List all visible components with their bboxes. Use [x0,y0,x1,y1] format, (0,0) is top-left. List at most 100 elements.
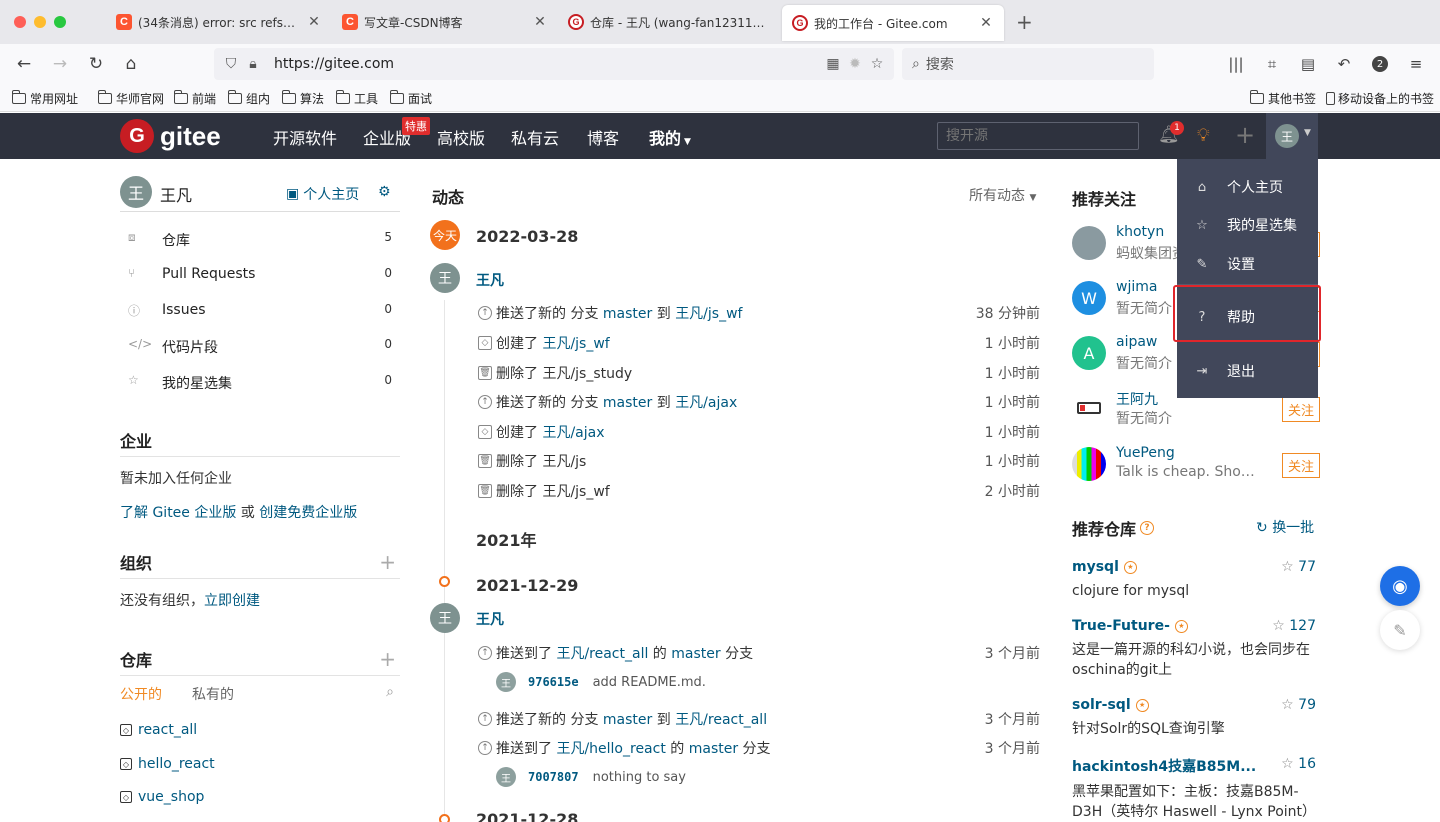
avatar[interactable]: 王 [430,263,460,293]
reader-view-icon[interactable]: ▤ [1296,52,1320,76]
close-icon[interactable]: ✕ [978,15,994,31]
lock-icon[interactable]: 🔒︎ [242,56,264,72]
sidebar-item-issues[interactable]: ⓘ Issues 0 [120,300,400,324]
gear-icon[interactable]: ⚙ [378,184,391,200]
test-pattern-avatar-icon[interactable] [1072,447,1106,481]
library-icon[interactable]: ||| [1224,52,1248,76]
new-tab-button[interactable]: + [1016,10,1033,34]
window-minimize-button[interactable] [34,16,46,28]
bookmark-folder[interactable]: 面试 [389,90,432,107]
reload-icon[interactable]: ↻ [83,51,109,77]
window-close-button[interactable] [14,16,26,28]
battery-avatar-icon[interactable] [1072,391,1106,425]
avatar[interactable]: W [1072,281,1106,315]
sidebar-item-snippets[interactable]: </> 代码片段 0 [120,335,400,359]
nav-education[interactable]: 高校版 [437,125,485,149]
repo-link[interactable]: ◇ hello_react [120,756,215,772]
nav-blog[interactable]: 博客 [587,125,619,149]
commit-sha[interactable]: 976615e [528,675,579,689]
notification-badge: 1 [1170,121,1184,135]
star-count[interactable]: ☆ 127 [1272,618,1316,634]
qr-code-icon[interactable]: ▦ [822,56,844,72]
browser-search-bar[interactable]: ⌕ 搜索 [902,48,1154,80]
gitee-search-input[interactable] [937,122,1139,150]
close-icon[interactable]: ✕ [532,14,548,30]
feed-user-name[interactable]: 王凡 [476,270,504,290]
bookmark-folder[interactable]: 工具 [335,90,378,107]
browser-tab-4[interactable]: G 我的工作台 - Gitee.com ✕ [782,5,1004,41]
home-icon[interactable]: ⌂ [118,51,144,77]
bookmarks-bar: 常用网址 华师官网 前端 组内 算法 工具 面试 其他书签 移动设备上的书签 [0,86,1440,112]
homepage-link[interactable]: ▣ 个人主页 [286,184,359,204]
nav-private-cloud[interactable]: 私有云 [511,125,559,149]
sidebar-item-pull-requests[interactable]: ⑂ Pull Requests 0 [120,264,400,288]
nav-open-source[interactable]: 开源软件 [273,125,337,149]
avatar[interactable]: A [1072,336,1106,370]
create-org-link[interactable]: 立即创建 [204,593,260,609]
avatar[interactable]: 王 [120,176,152,208]
caret-down-icon: ▼ [1304,128,1311,138]
bookmark-folder[interactable]: 算法 [281,90,324,107]
tab-public[interactable]: 公开的 [120,684,162,704]
add-repo-icon[interactable]: + [379,647,396,671]
close-icon[interactable]: ✕ [306,14,322,30]
user-name[interactable]: 王凡 [160,182,192,206]
feed-filter-dropdown[interactable]: 所有动态 ▼ [969,185,1036,205]
mobile-bookmarks[interactable]: 移动设备上的书签 [1326,90,1434,107]
bookmark-folder[interactable]: 华师官网 [97,90,164,107]
user-menu-trigger[interactable]: 王 ▼ [1266,113,1318,159]
feedback-button[interactable]: ✎ [1380,610,1420,650]
star-count[interactable]: ☆ 77 [1281,559,1316,575]
undo-icon[interactable]: ↶ [1332,52,1356,76]
menu-item-homepage[interactable]: ⌂ 个人主页 [1177,168,1318,206]
repo-link[interactable]: ◇ react_all [120,722,197,738]
menu-item-settings[interactable]: ✎ 设置 [1177,245,1318,283]
avatar[interactable]: 王 [430,603,460,633]
feed-user-name[interactable]: 王凡 [476,609,504,629]
menu-icon[interactable]: ≡ [1404,52,1428,76]
bookmark-folder[interactable]: 其他书签 [1249,90,1316,107]
learn-enterprise-link[interactable]: 了解 Gitee 企业版 [120,505,236,521]
bookmark-folder[interactable]: 前端 [173,90,216,107]
forward-icon[interactable]: → [47,51,73,77]
star-count[interactable]: ☆ 79 [1281,697,1316,713]
push-icon: ↑ [478,646,492,660]
sidebar-item-repos[interactable]: ⧈ 仓库 5 [120,228,400,252]
refresh-button[interactable]: ↻ 换一批 [1256,517,1314,537]
browser-tab-3[interactable]: G 仓库 - 王凡 (wang-fan123111) - G [558,6,782,38]
browser-tab-1[interactable]: C (34条消息) error: src refspec ma ✕ [106,6,332,38]
lightbulb-icon[interactable]: 💡︎ [1197,125,1210,146]
browser-tab-2[interactable]: C 写文章-CSDN博客 ✕ [332,6,558,38]
chat-assistant-button[interactable]: ◉ [1380,566,1420,606]
feed-date: 2021-12-28 [476,810,579,822]
extension-icon[interactable]: ✹ [844,56,866,72]
shield-icon[interactable]: ⛉ [220,56,242,72]
star-count[interactable]: ☆ 16 [1281,756,1316,772]
follow-button[interactable]: 关注 [1281,453,1320,478]
create-enterprise-link[interactable]: 创建免费企业版 [259,505,357,521]
search-icon[interactable]: ⌕ [386,684,394,700]
bookmark-folder[interactable]: 组内 [227,90,270,107]
sidebar-item-stars[interactable]: ☆ 我的星选集 0 [120,371,400,395]
feed-event: 🗑︎ 删除了 王凡/js 1 小时前 [478,454,1040,470]
avatar[interactable] [1072,226,1106,260]
window-zoom-button[interactable] [54,16,66,28]
menu-item-stars[interactable]: ☆ 我的星选集 [1177,206,1318,244]
add-org-icon[interactable]: + [379,550,396,574]
screenshot-icon[interactable]: ⌗ [1260,52,1284,76]
plus-icon[interactable]: + [1235,121,1255,149]
menu-item-logout[interactable]: ⇥ 退出 [1177,352,1318,390]
star-bookmark-icon[interactable]: ☆ [866,56,888,72]
repo-link[interactable]: ◇ vue_shop [120,789,204,805]
help-icon[interactable]: ? [1140,521,1155,535]
tab-private[interactable]: 私有的 [192,684,234,704]
bookmark-folder[interactable]: 常用网址 [11,90,78,107]
nav-mine[interactable]: 我的 ▼ [649,125,691,149]
follow-button[interactable]: 关注 [1281,397,1320,422]
back-icon[interactable]: ← [11,51,37,77]
commit-sha[interactable]: 7007807 [528,770,579,784]
gitee-logo[interactable]: G gitee [120,119,221,153]
url-text[interactable]: https://gitee.com [274,56,822,72]
profile-badge[interactable]: 2 [1368,52,1392,76]
address-bar[interactable]: ⛉ 🔒︎ https://gitee.com ▦ ✹ ☆ [214,48,894,80]
